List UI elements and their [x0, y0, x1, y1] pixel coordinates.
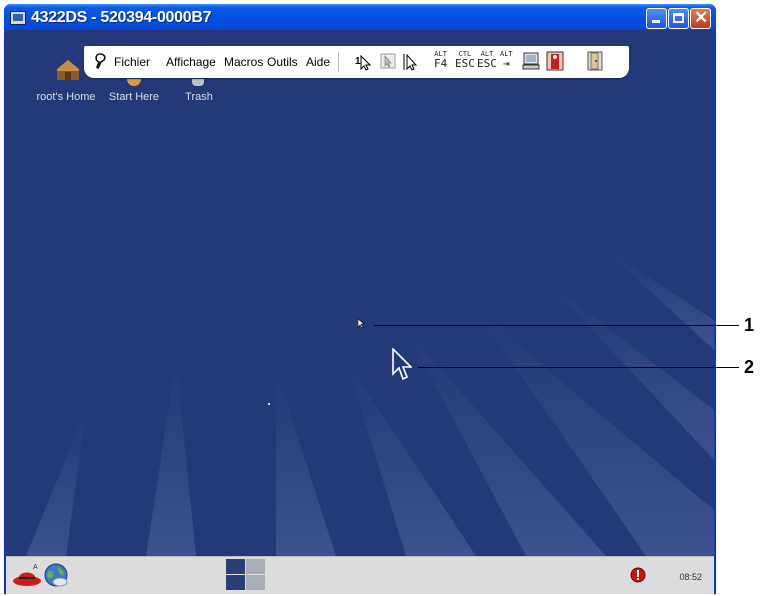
workspace-3[interactable] [226, 575, 245, 590]
callout-number-1: 1 [744, 315, 755, 335]
callout-number-2: 2 [744, 357, 755, 377]
monitor-icon [10, 11, 26, 25]
key-label: ⇥ [503, 57, 510, 70]
desktop-icon-label: root's Home [36, 91, 96, 103]
key-label: ESC [455, 57, 475, 70]
remote-toolbar: Fichier Affichage Macros Outils Aide 1 A… [84, 46, 629, 78]
menu-fichier[interactable]: Fichier [114, 55, 150, 69]
desktop-icon-label: Start Here [108, 91, 160, 103]
small-cursor-icon [358, 319, 365, 329]
close-button[interactable]: ✕ [690, 8, 711, 29]
maximize-icon [673, 13, 684, 23]
clock[interactable]: 08:52 [679, 572, 702, 582]
desktop-dot [268, 403, 270, 405]
trash-icon [192, 79, 204, 86]
alt-tab-button[interactable]: ALT ⇥ [500, 51, 513, 70]
desktop-icon-label: Trash [185, 91, 213, 103]
taskbar: A 08:52 [6, 556, 714, 594]
minimize-icon [652, 20, 660, 23]
key-label: F4 [434, 57, 448, 70]
toolbar-divider [338, 52, 339, 72]
linux-desktop[interactable]: root's Home Start Here Trash [6, 30, 714, 556]
svg-text:1: 1 [355, 56, 361, 67]
dual-cursor-icon[interactable] [402, 53, 418, 71]
computer-screen-icon[interactable] [522, 52, 540, 70]
desktop-wallpaper-rays [26, 250, 714, 556]
alt-esc-button[interactable]: ALT ESC [477, 51, 497, 70]
workspace-pager[interactable] [226, 559, 266, 591]
home-folder-icon [57, 60, 79, 80]
close-icon: ✕ [694, 8, 709, 27]
globe-browser-icon[interactable] [42, 561, 70, 589]
menu-aide[interactable]: Aide [306, 55, 330, 69]
menu-affichage[interactable]: Affichage [166, 55, 216, 69]
workspace-4[interactable] [246, 575, 265, 590]
alt-f4-button[interactable]: ALT F4 [434, 51, 447, 70]
single-cursor-mode-icon[interactable]: 1 [355, 53, 371, 71]
redhat-menu-icon[interactable]: A [12, 562, 42, 588]
minimize-button[interactable] [646, 8, 667, 29]
exit-door-icon[interactable] [586, 51, 604, 71]
large-cursor-icon [392, 348, 412, 381]
cursor-sync-icon[interactable] [380, 53, 396, 69]
menu-macros[interactable]: Macros [224, 55, 263, 69]
svg-text:A: A [33, 564, 38, 571]
window-title: 4322DS - 520394-0000B7 [31, 9, 212, 26]
callout-line-1 [374, 325, 739, 326]
alert-icon[interactable] [630, 567, 646, 583]
workspace-2[interactable] [246, 559, 265, 574]
maximize-button[interactable] [668, 8, 689, 29]
callout-line-2 [418, 367, 739, 368]
ctl-esc-button[interactable]: CTL ESC [455, 51, 475, 70]
workspace-1[interactable] [226, 559, 245, 574]
user-session-icon[interactable] [546, 51, 564, 71]
key-label: ESC [477, 57, 497, 70]
menu-outils[interactable]: Outils [267, 55, 298, 69]
pin-icon[interactable] [93, 53, 107, 69]
